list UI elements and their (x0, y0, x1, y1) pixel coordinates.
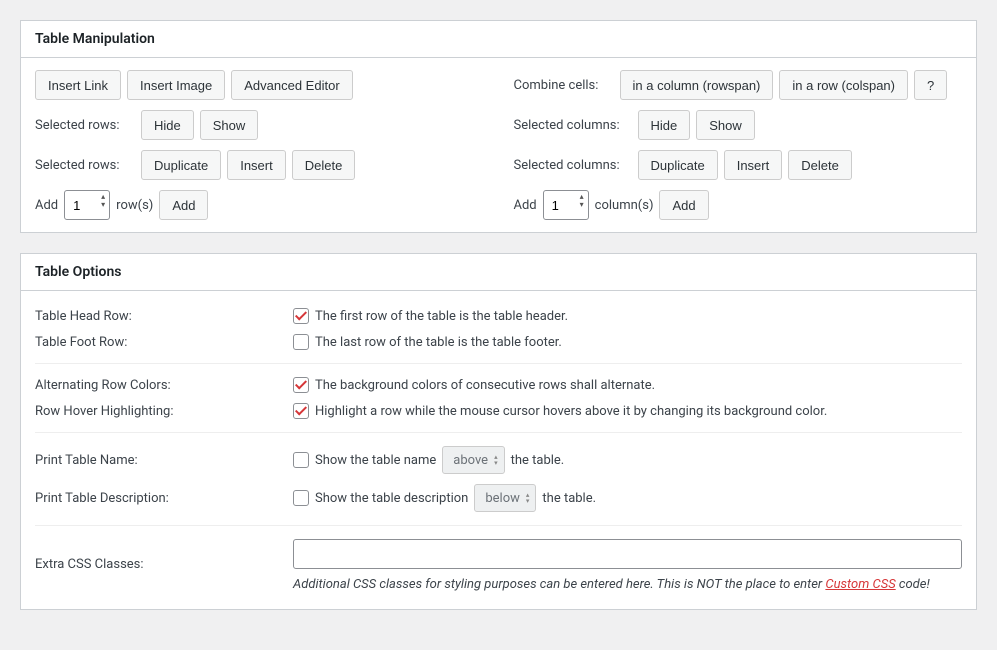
opt-hover-label: Row Hover Highlighting: (35, 404, 285, 419)
add-rows-label: Add (35, 198, 58, 213)
rows-delete-button[interactable]: Delete (292, 150, 356, 180)
opt-hover-desc: Highlight a row while the mouse cursor h… (315, 404, 827, 419)
cols-hide-button[interactable]: Hide (638, 110, 691, 140)
css-hint-post: code! (896, 577, 930, 592)
opt-hover-row: Row Hover Highlighting: Highlight a row … (35, 398, 962, 424)
combine-cells-label: Combine cells: (514, 78, 614, 93)
opt-alt-label: Alternating Row Colors: (35, 378, 285, 393)
opt-hover-checkbox[interactable] (293, 403, 309, 419)
rows-unit-label: row(s) (116, 198, 153, 213)
cols-delete-button[interactable]: Delete (788, 150, 852, 180)
rows-count-stepper[interactable]: ▴▾ (64, 190, 110, 220)
opt-alt-checkbox[interactable] (293, 377, 309, 393)
opt-head-checkbox[interactable] (293, 308, 309, 324)
opt-print-desc-label: Print Table Description: (35, 491, 285, 506)
print-name-position-value: above (453, 453, 488, 468)
insert-image-button[interactable]: Insert Image (127, 70, 225, 100)
opt-print-desc-row: Print Table Description: Show the table … (35, 479, 962, 517)
advanced-editor-button[interactable]: Advanced Editor (231, 70, 352, 100)
table-manipulation-title: Table Manipulation (21, 21, 976, 58)
print-desc-position-value: below (485, 491, 520, 506)
rows-duplicate-button[interactable]: Duplicate (141, 150, 221, 180)
css-hint-pre: Additional CSS classes for styling purpo… (293, 577, 825, 592)
separator (35, 432, 962, 433)
opt-head-row: Table Head Row: The first row of the tab… (35, 303, 962, 329)
combine-help-button[interactable]: ? (914, 70, 947, 100)
selected-rows-label-2: Selected rows: (35, 158, 135, 173)
print-name-position-select[interactable]: above ▴▾ (442, 446, 504, 474)
selected-rows-label-1: Selected rows: (35, 118, 135, 133)
opt-css-row: Extra CSS Classes: Additional CSS classe… (35, 534, 962, 597)
opt-foot-row: Table Foot Row: The last row of the tabl… (35, 329, 962, 355)
rows-hide-button[interactable]: Hide (141, 110, 194, 140)
selected-cols-label-1: Selected columns: (514, 118, 632, 133)
cols-show-button[interactable]: Show (696, 110, 755, 140)
opt-print-desc-pre: Show the table description (315, 491, 468, 506)
opt-foot-checkbox[interactable] (293, 334, 309, 350)
manip-right-column: Combine cells: in a column (rowspan) in … (514, 70, 963, 220)
rows-count-input[interactable] (73, 198, 101, 213)
opt-foot-label: Table Foot Row: (35, 335, 285, 350)
combine-colspan-button[interactable]: in a row (colspan) (779, 70, 908, 100)
separator (35, 363, 962, 364)
opt-print-name-row: Print Table Name: Show the table name ab… (35, 441, 962, 479)
separator (35, 525, 962, 526)
stepper-icon[interactable]: ▴▾ (580, 197, 584, 213)
chevron-updown-icon: ▴▾ (526, 492, 530, 504)
rows-insert-button[interactable]: Insert (227, 150, 286, 180)
opt-foot-desc: The last row of the table is the table f… (315, 335, 562, 350)
opt-head-label: Table Head Row: (35, 309, 285, 324)
custom-css-link[interactable]: Custom CSS (825, 577, 895, 592)
opt-print-desc-checkbox[interactable] (293, 490, 309, 506)
opt-css-label: Extra CSS Classes: (35, 539, 285, 572)
add-cols-label: Add (514, 198, 537, 213)
opt-head-desc: The first row of the table is the table … (315, 309, 568, 324)
cols-count-input[interactable] (552, 198, 580, 213)
opt-print-desc-post: the table. (542, 491, 596, 506)
css-hint: Additional CSS classes for styling purpo… (293, 577, 962, 592)
stepper-icon[interactable]: ▴▾ (101, 197, 105, 213)
manip-left-column: Insert Link Insert Image Advanced Editor… (35, 70, 484, 220)
cols-insert-button[interactable]: Insert (724, 150, 783, 180)
table-options-title: Table Options (21, 254, 976, 291)
extra-css-classes-input[interactable] (293, 539, 962, 569)
opt-print-name-post: the table. (511, 453, 565, 468)
cols-count-stepper[interactable]: ▴▾ (543, 190, 589, 220)
table-manipulation-panel: Table Manipulation Insert Link Insert Im… (20, 20, 977, 233)
print-desc-position-select[interactable]: below ▴▾ (474, 484, 536, 512)
cols-unit-label: column(s) (595, 198, 654, 213)
opt-alt-desc: The background colors of consecutive row… (315, 378, 655, 393)
rows-show-button[interactable]: Show (200, 110, 259, 140)
opt-print-name-label: Print Table Name: (35, 453, 285, 468)
table-options-panel: Table Options Table Head Row: The first … (20, 253, 977, 610)
chevron-updown-icon: ▴▾ (494, 454, 498, 466)
opt-print-name-pre: Show the table name (315, 453, 436, 468)
combine-rowspan-button[interactable]: in a column (rowspan) (620, 70, 774, 100)
add-rows-button[interactable]: Add (159, 190, 208, 220)
cols-duplicate-button[interactable]: Duplicate (638, 150, 718, 180)
add-cols-button[interactable]: Add (659, 190, 708, 220)
opt-print-name-checkbox[interactable] (293, 452, 309, 468)
opt-alt-row: Alternating Row Colors: The background c… (35, 372, 962, 398)
selected-cols-label-2: Selected columns: (514, 158, 632, 173)
insert-link-button[interactable]: Insert Link (35, 70, 121, 100)
